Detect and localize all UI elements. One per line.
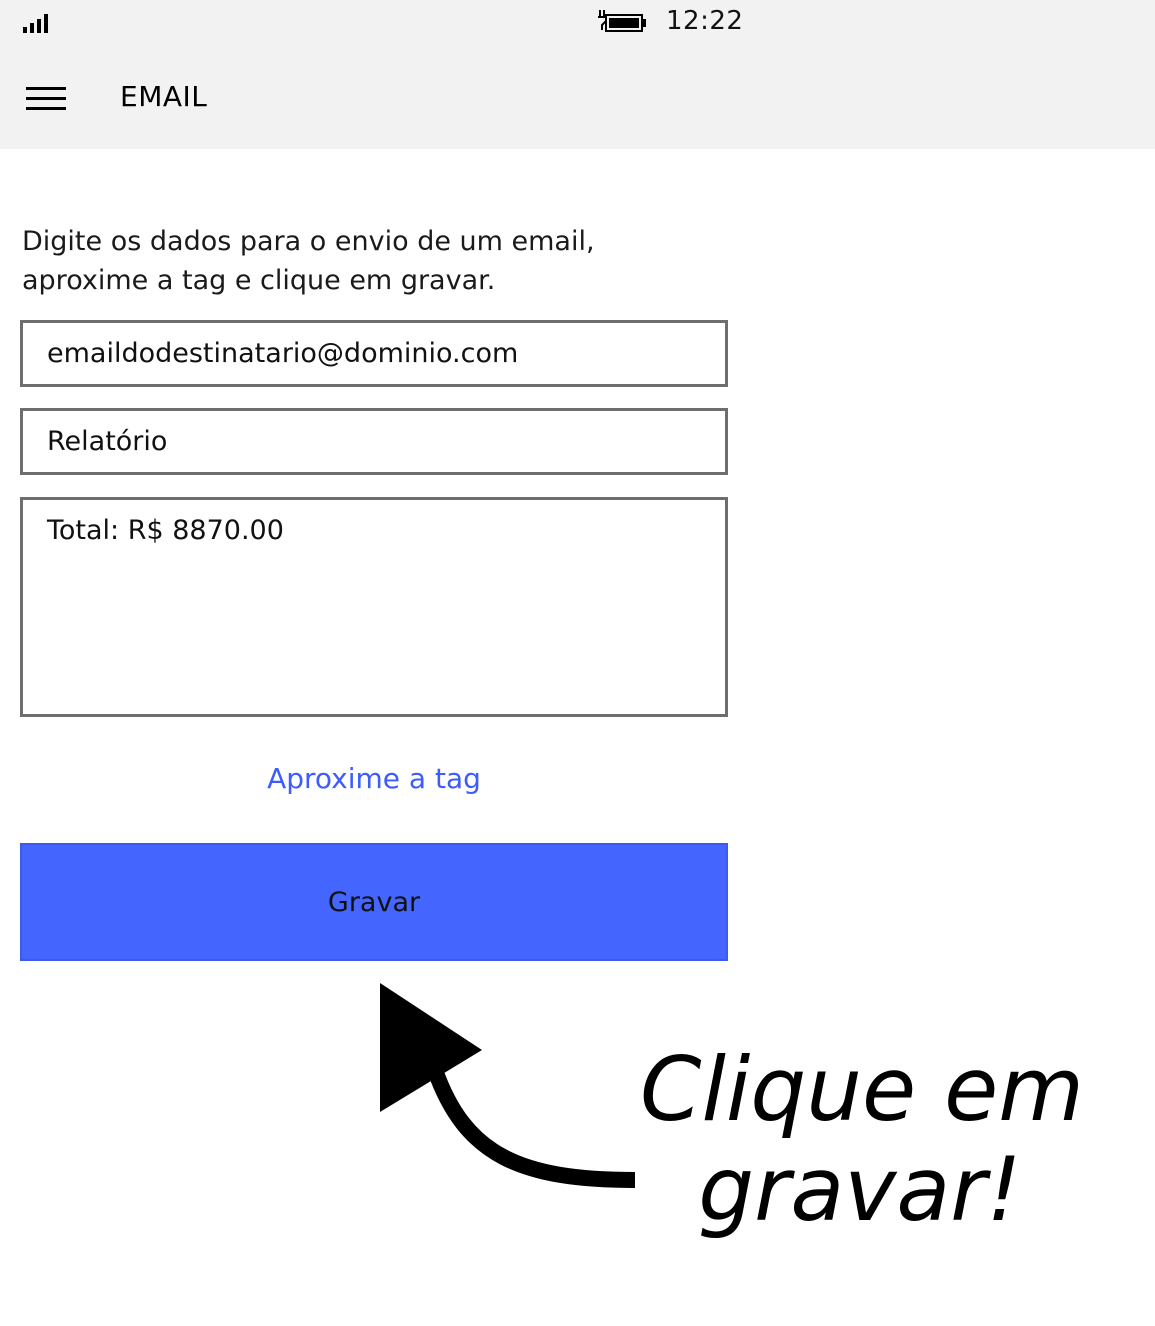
subject-field[interactable] xyxy=(20,408,728,475)
curved-arrow-up-icon xyxy=(380,983,636,1188)
message-body-field[interactable]: Total: R$ 8870.00 xyxy=(20,497,728,717)
annotation-callout: Clique em gravar! xyxy=(640,1038,1084,1241)
hamburger-line xyxy=(26,97,66,100)
save-button[interactable]: Gravar xyxy=(20,843,728,961)
signal-icon xyxy=(23,14,48,33)
annotation-line-2: gravar! xyxy=(698,1138,1022,1241)
status-time: 12:22 xyxy=(666,6,744,36)
instructions-line-2: aproxime a tag e clique em gravar. xyxy=(22,265,496,296)
hamburger-menu-button[interactable] xyxy=(16,76,76,122)
app-page: 12:22 EMAIL Digite os dados para o envio… xyxy=(0,0,1155,1326)
hamburger-menu-icon xyxy=(26,87,66,90)
annotation-line-1: Clique em xyxy=(640,1038,1084,1141)
hamburger-line xyxy=(26,107,66,110)
instructions-line-1: Digite os dados para o envio de um email… xyxy=(22,226,595,257)
approach-tag-link[interactable]: Aproxime a tag xyxy=(20,762,728,795)
instructions-text: Digite os dados para o envio de um email… xyxy=(22,222,702,300)
battery-charging-icon xyxy=(598,10,646,32)
page-title: EMAIL xyxy=(120,80,208,113)
email-field[interactable] xyxy=(20,320,728,387)
top-bar: 12:22 EMAIL xyxy=(0,0,1155,149)
